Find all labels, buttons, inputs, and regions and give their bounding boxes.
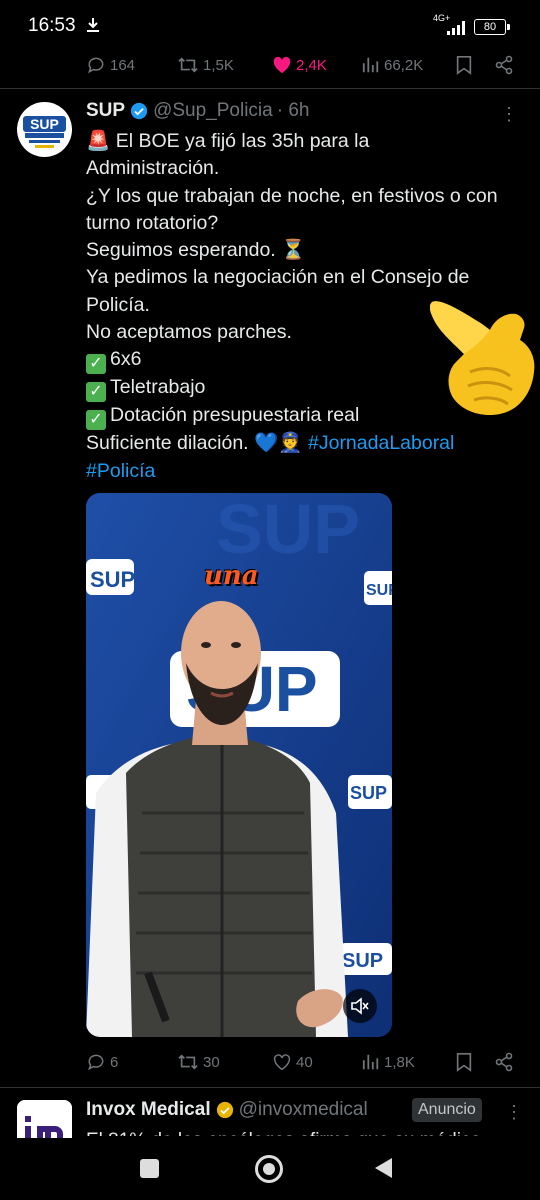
- mute-button[interactable]: [343, 989, 377, 1023]
- heart-icon: [273, 1054, 291, 1071]
- svg-text:SUP: SUP: [342, 950, 383, 972]
- bookmark-button[interactable]: [455, 50, 473, 80]
- hashtag-link[interactable]: #Policía: [86, 460, 155, 482]
- like-button[interactable]: 2,4K: [272, 50, 327, 80]
- recent-apps-icon[interactable]: [140, 1159, 159, 1178]
- text-line: ¿Y los que trabajan de noche, en festivo…: [86, 184, 498, 207]
- check-icon: ✓: [86, 382, 106, 403]
- ad-header: Invox Medical @invoxmedical: [86, 1099, 368, 1121]
- author-handle[interactable]: @Sup_Policia: [153, 100, 273, 122]
- retweet-button[interactable]: 1,5K: [177, 50, 234, 80]
- share-icon: [495, 1052, 513, 1072]
- battery-tip: [507, 24, 510, 30]
- closing-text: Suficiente dilación. 💙👮: [86, 432, 303, 455]
- check-icon: ✓: [86, 354, 106, 375]
- verified-icon: [130, 102, 148, 120]
- reply-button[interactable]: 6: [86, 1047, 118, 1077]
- retweet-button[interactable]: 30: [177, 1047, 220, 1077]
- bookmark-icon: [456, 1053, 472, 1072]
- prev-tweet-actions: 164 1,5K 2,4K 66,2K: [0, 50, 540, 80]
- status-bar: 16:53 4G+ 80: [0, 0, 540, 56]
- retweet-count: 1,5K: [203, 56, 234, 74]
- checklist-label: 6x6: [110, 348, 142, 371]
- checklist-label: Teletrabajo: [110, 376, 206, 399]
- checklist-label: Dotación presupuestaria real: [110, 404, 360, 427]
- author-name[interactable]: SUP: [86, 100, 125, 122]
- sup-logo: SUP: [17, 102, 72, 157]
- ad-text: El 81% de los oncólogos afirma que su mé…: [86, 1127, 516, 1136]
- share-button[interactable]: [494, 1047, 514, 1077]
- tweet-actions: 6 30 40 1,8K: [0, 1047, 540, 1077]
- views-count: 66,2K: [384, 56, 424, 74]
- pointing-hand-emoji: [430, 301, 535, 415]
- gold-verified-icon: [216, 1101, 233, 1119]
- divider: [0, 88, 540, 89]
- text-line: #Policía: [86, 458, 531, 485]
- heart-filled-icon: [273, 56, 291, 74]
- svg-text:SUP: SUP: [30, 116, 59, 132]
- text-line: Seguimos esperando. ⏳: [86, 239, 306, 262]
- views-button[interactable]: 1,8K: [362, 1047, 415, 1077]
- tweet-header: SUP @Sup_Policia · 6h: [86, 100, 309, 122]
- bookmark-icon: [456, 56, 472, 75]
- reply-count: 164: [110, 56, 136, 74]
- home-icon[interactable]: [255, 1155, 283, 1183]
- video-caption: una: [204, 561, 259, 591]
- reply-count: 6: [110, 1053, 119, 1071]
- svg-text:SUP: SUP: [350, 783, 387, 803]
- battery-icon: 80: [474, 19, 506, 35]
- share-icon: [495, 55, 513, 75]
- retweet-icon: [178, 1054, 198, 1070]
- ad-badge: Anuncio: [412, 1098, 482, 1122]
- hashtag-link[interactable]: #JornadaLaboral: [308, 432, 454, 454]
- ad-author-handle[interactable]: @invoxmedical: [239, 1099, 368, 1121]
- bookmark-button[interactable]: [455, 1047, 473, 1077]
- text-line: Ya pedimos la negociación en el Consejo …: [86, 266, 470, 289]
- views-button[interactable]: 66,2K: [362, 50, 423, 80]
- like-count: 2,4K: [296, 56, 327, 74]
- tweet-time: · 6h: [276, 100, 310, 121]
- retweet-count: 30: [203, 1053, 220, 1071]
- like-button[interactable]: 40: [272, 1047, 313, 1077]
- clock: 16:53: [28, 15, 76, 36]
- tweet-video[interactable]: SUP SUP SUP SUP SUP SUP una: [86, 493, 392, 1037]
- volume-muted-icon: [351, 997, 369, 1015]
- share-button[interactable]: [494, 50, 514, 80]
- text-line: Administración.: [86, 157, 220, 180]
- retweet-icon: [178, 57, 198, 73]
- like-count: 40: [296, 1053, 313, 1071]
- ad-author-name[interactable]: Invox Medical: [86, 1099, 211, 1121]
- signal-icon: [447, 21, 465, 35]
- divider: [0, 1087, 540, 1088]
- reply-button[interactable]: 164: [86, 50, 135, 80]
- navigation-bar: [0, 1138, 540, 1200]
- more-options-icon[interactable]: ⋮: [505, 1102, 523, 1123]
- svg-text:SUP: SUP: [216, 493, 360, 568]
- svg-text:SUP: SUP: [90, 567, 135, 592]
- sup-avatar[interactable]: SUP: [17, 102, 72, 157]
- views-icon: [362, 1054, 379, 1070]
- reply-icon: [87, 57, 104, 74]
- text-line: Suficiente dilación. 💙👮 #JornadaLaboral: [86, 430, 531, 457]
- check-icon: ✓: [86, 410, 106, 431]
- download-icon: [87, 18, 99, 32]
- more-options-icon[interactable]: ⋮: [500, 104, 519, 125]
- views-icon: [362, 57, 379, 73]
- views-count: 1,8K: [384, 1053, 415, 1071]
- back-icon[interactable]: [375, 1158, 392, 1178]
- svg-text:SUP: SUP: [366, 582, 392, 599]
- text-line: turno rotatorio?: [86, 211, 219, 234]
- reply-icon: [87, 1054, 104, 1071]
- text-line: 🚨 El BOE ya fijó las 35h para la: [86, 130, 370, 152]
